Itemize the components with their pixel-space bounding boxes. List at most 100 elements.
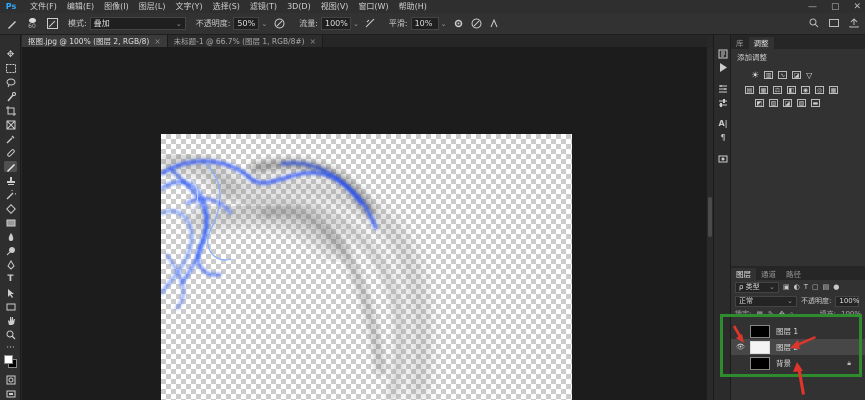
smooth-field[interactable]: 10%: [410, 17, 439, 30]
minimize-button[interactable]: —: [808, 2, 817, 12]
threshold-icon[interactable]: ◪: [783, 99, 792, 107]
filter-adjust-icon[interactable]: ◐: [794, 283, 800, 291]
gear-icon[interactable]: [452, 18, 464, 30]
type-tool-icon[interactable]: T: [4, 273, 17, 284]
play-actions-icon[interactable]: [717, 62, 729, 73]
menu-image[interactable]: 图像(I): [99, 1, 134, 12]
levels-icon[interactable]: ▥: [764, 71, 774, 79]
filter-pixel-icon[interactable]: ▣: [783, 283, 790, 291]
properties-panel-icon[interactable]: [717, 97, 729, 108]
history-brush-tool-icon[interactable]: [4, 189, 17, 200]
screen-mode-icon[interactable]: [4, 388, 17, 399]
menu-filter[interactable]: 滤镜(T): [245, 1, 282, 12]
filter-toggle-icon[interactable]: ●: [833, 283, 839, 291]
smooth-dropdown-icon[interactable]: ⌄: [441, 20, 447, 28]
exposure-icon[interactable]: ◪: [792, 71, 802, 79]
menu-layer[interactable]: 图层(L): [134, 1, 171, 12]
brush-tool-icon[interactable]: [4, 161, 17, 172]
healing-brush-tool-icon[interactable]: [4, 147, 17, 158]
crop-tool-icon[interactable]: [4, 105, 17, 116]
gradient-map-triangle-icon[interactable]: ▽: [806, 71, 812, 81]
quick-select-tool-icon[interactable]: [4, 91, 17, 102]
color-balance-icon[interactable]: ⚖: [773, 86, 782, 94]
close-icon[interactable]: ×: [154, 37, 160, 46]
airbrush-icon[interactable]: [365, 18, 377, 30]
gradient-map-icon[interactable]: ▬: [811, 99, 820, 107]
more-tools-icon[interactable]: ···: [4, 342, 17, 353]
share-icon[interactable]: [849, 17, 859, 31]
vibrance-icon[interactable]: ▤: [745, 86, 754, 94]
libraries-panel-icon[interactable]: [717, 153, 729, 164]
posterize-icon[interactable]: ▧: [769, 99, 778, 107]
menu-type[interactable]: 文字(Y): [170, 1, 207, 12]
maximize-button[interactable]: ▢: [831, 2, 840, 12]
opacity-field[interactable]: 50%: [233, 17, 260, 30]
character-panel-icon[interactable]: A|: [717, 118, 729, 129]
brush-preset-picker[interactable]: 60: [24, 17, 40, 30]
eraser-tool-icon[interactable]: [4, 203, 17, 214]
tab-channels[interactable]: 通道: [756, 268, 781, 280]
path-select-tool-icon[interactable]: [4, 287, 17, 298]
workspace-icon[interactable]: [829, 18, 839, 31]
canvas-workspace[interactable]: [22, 47, 707, 400]
tab-adjustments[interactable]: 调整: [748, 37, 774, 49]
adjust-panel-icon[interactable]: [717, 83, 729, 94]
menu-select[interactable]: 选择(S): [208, 1, 245, 12]
shape-tool-icon[interactable]: [4, 301, 17, 312]
filter-shape-icon[interactable]: ▢: [812, 283, 819, 291]
menu-window[interactable]: 窗口(W): [353, 1, 393, 12]
eyedropper-tool-icon[interactable]: [4, 133, 17, 144]
mode-select[interactable]: 叠加 ⌄: [89, 17, 186, 30]
history-panel-icon[interactable]: [717, 48, 729, 59]
black-white-icon[interactable]: ◧: [787, 86, 796, 94]
move-tool-icon[interactable]: ✥: [4, 49, 17, 60]
hue-saturation-icon[interactable]: ▦: [759, 86, 768, 94]
layer-opacity-field[interactable]: 100%: [835, 295, 859, 307]
foreground-color-swatch[interactable]: [4, 355, 13, 364]
marquee-tool-icon[interactable]: [4, 63, 17, 74]
tab-libraries[interactable]: 库: [731, 37, 749, 49]
gradient-tool-icon[interactable]: [4, 217, 17, 228]
menu-view[interactable]: 视图(V): [316, 1, 354, 12]
filter-type-icon[interactable]: T: [804, 283, 808, 291]
color-lookup-icon[interactable]: ▦: [829, 86, 838, 94]
menu-3d[interactable]: 3D(D): [282, 2, 316, 11]
lasso-tool-icon[interactable]: [4, 77, 17, 88]
filter-smart-icon[interactable]: ▤: [823, 283, 830, 291]
brush-tool-icon[interactable]: [6, 18, 18, 30]
flow-field[interactable]: 100%: [320, 17, 351, 30]
pen-tool-icon[interactable]: [4, 259, 17, 270]
tab-layers[interactable]: 图层: [731, 268, 756, 280]
channel-mixer-icon[interactable]: ◎: [815, 86, 824, 94]
curves-icon[interactable]: ∿: [778, 71, 788, 79]
opacity-dropdown-icon[interactable]: ⌄: [261, 20, 267, 28]
zoom-tool-icon[interactable]: [4, 329, 17, 340]
dodge-tool-icon[interactable]: [4, 245, 17, 256]
layer-filter-select[interactable]: ρ 类型 ⌄: [735, 281, 779, 293]
pressure-size-icon[interactable]: [470, 18, 482, 30]
brightness-icon[interactable]: ☀: [751, 71, 759, 81]
selective-color-icon[interactable]: ▨: [797, 99, 806, 107]
invert-icon[interactable]: ◩: [755, 99, 764, 107]
brush-settings-icon[interactable]: [46, 18, 58, 30]
color-swatches[interactable]: [4, 355, 18, 369]
photo-filter-icon[interactable]: ◉: [801, 86, 810, 94]
menu-help[interactable]: 帮助(H): [394, 1, 432, 12]
hand-tool-icon[interactable]: [4, 315, 17, 326]
blur-tool-icon[interactable]: [4, 231, 17, 242]
scrollbar-thumb[interactable]: [708, 197, 712, 237]
document-canvas[interactable]: [161, 134, 572, 400]
close-button[interactable]: ✕: [853, 2, 861, 12]
flow-dropdown-icon[interactable]: ⌄: [353, 20, 359, 28]
menu-file[interactable]: 文件(F): [25, 1, 62, 12]
tab-paths[interactable]: 路径: [781, 268, 806, 280]
frame-tool-icon[interactable]: [4, 119, 17, 130]
symmetry-icon[interactable]: [488, 18, 500, 30]
blend-mode-select[interactable]: 正常 ⌄: [735, 295, 797, 307]
search-icon[interactable]: [809, 18, 819, 31]
clone-stamp-tool-icon[interactable]: [4, 175, 17, 186]
tab-document-2[interactable]: 未标题-1 @ 66.7% (图层 1, RGB/8#) ×: [167, 35, 323, 47]
menu-edit[interactable]: 编辑(E): [62, 1, 99, 12]
pressure-opacity-icon[interactable]: [273, 18, 285, 30]
paragraph-panel-icon[interactable]: ¶: [717, 132, 729, 143]
